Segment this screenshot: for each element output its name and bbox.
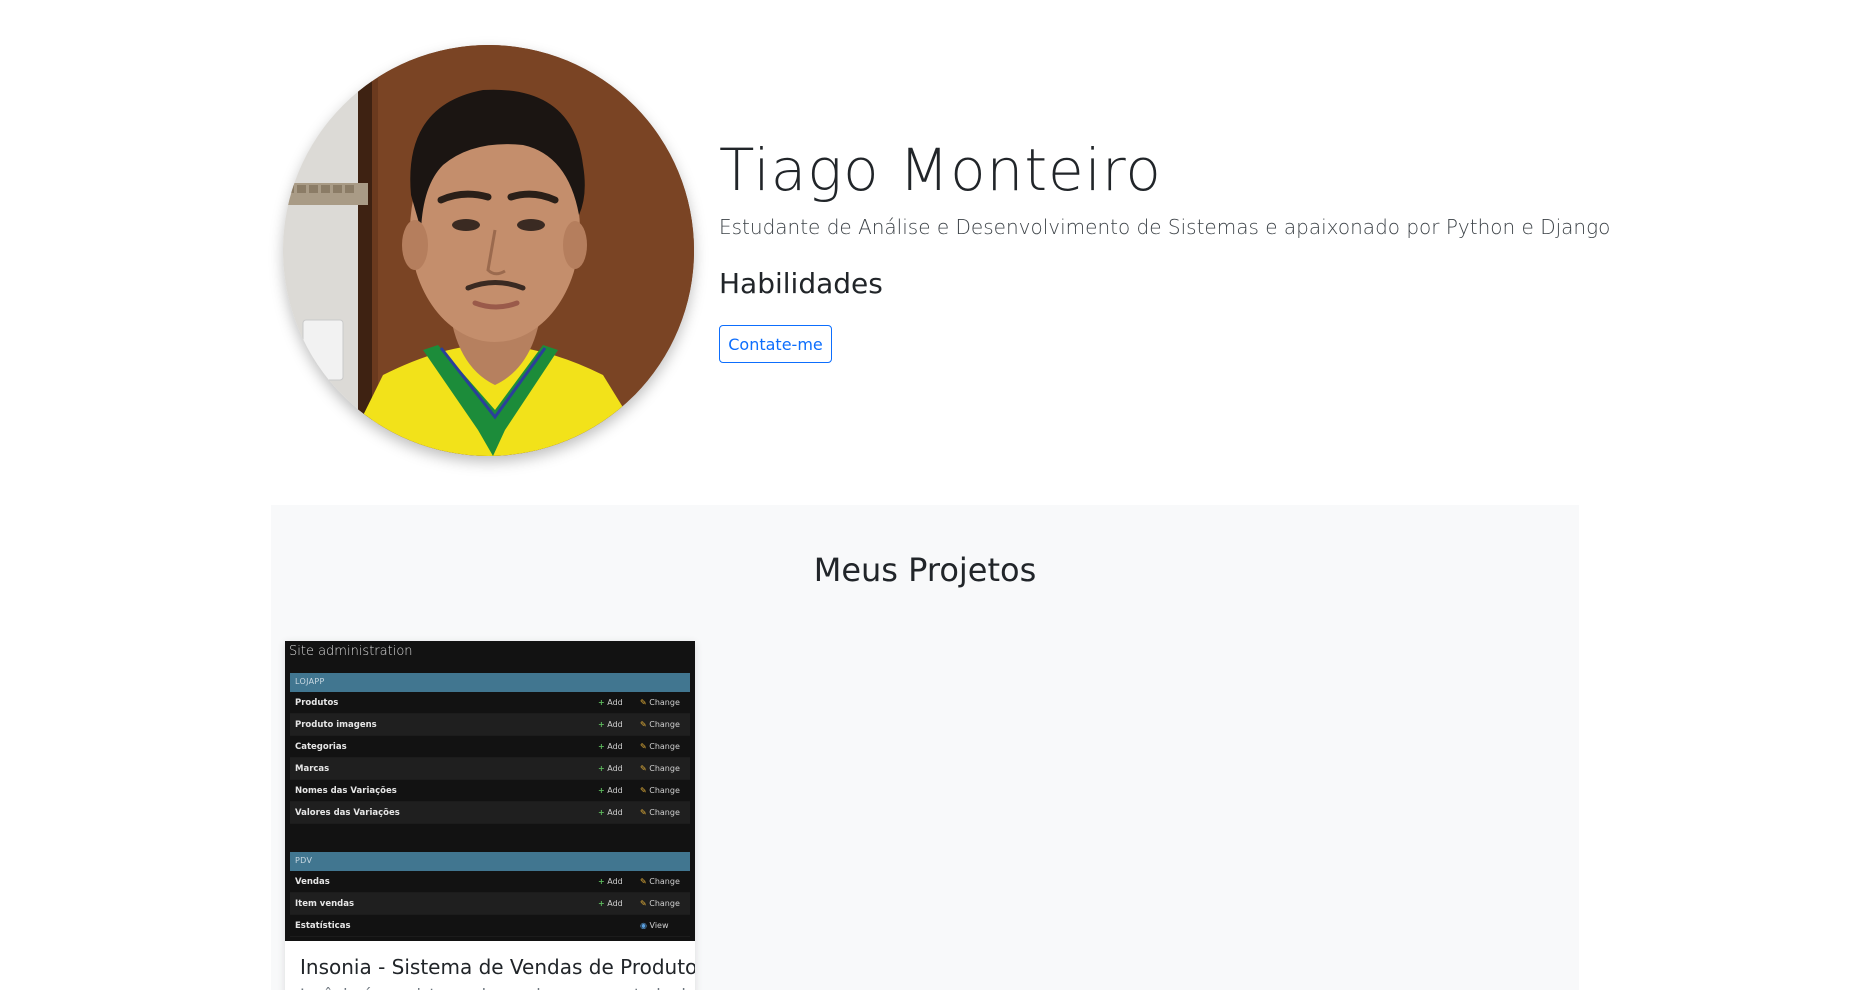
- admin-row: Vendas + Add ✎ Change: [290, 871, 690, 893]
- page: Tiago Monteiro Estudante de Análise e De…: [0, 0, 1865, 990]
- admin-change: ✎ Change: [640, 698, 680, 707]
- projects-heading: Meus Projetos: [813, 551, 1037, 589]
- plus-icon: +: [598, 742, 605, 751]
- project-card-text: Insônia é um sistema de vendas para cont…: [285, 979, 695, 990]
- plus-icon: +: [598, 698, 605, 707]
- admin-change: ✎ Change: [640, 877, 680, 886]
- admin-row-label: Vendas: [295, 876, 330, 887]
- pencil-icon: ✎: [640, 742, 647, 751]
- pencil-icon: ✎: [640, 720, 647, 729]
- plus-icon: +: [598, 786, 605, 795]
- admin-change: ✎ Change: [640, 742, 680, 751]
- pencil-icon: ✎: [640, 698, 647, 707]
- admin-row: Item vendas + Add ✎ Change: [290, 893, 690, 915]
- profile-photo: [283, 45, 694, 456]
- admin-row-label: Marcas: [295, 763, 330, 774]
- admin-row: Marcas + Add ✎ Change: [290, 758, 690, 780]
- admin-add: + Add: [598, 742, 623, 751]
- admin-row: Produtos + Add ✎ Change: [290, 692, 690, 714]
- pencil-icon: ✎: [640, 899, 647, 908]
- admin-row-label: Item vendas: [295, 898, 355, 909]
- admin-add: + Add: [598, 698, 623, 707]
- admin-row-label: Produtos: [295, 697, 339, 708]
- pencil-icon: ✎: [640, 786, 647, 795]
- admin-add: + Add: [598, 877, 623, 886]
- plus-icon: +: [598, 720, 605, 729]
- pencil-icon: ✎: [640, 808, 647, 817]
- profile-bio: Estudante de Análise e Desenvolvimento d…: [719, 215, 1611, 239]
- admin-row: Valores das Variações + Add ✎ Change: [290, 802, 690, 824]
- admin-group-caption: PDV: [290, 852, 690, 871]
- plus-icon: +: [598, 899, 605, 908]
- projects-section: Meus Projetos Site administration LOJAPP…: [271, 505, 1579, 990]
- pencil-icon: ✎: [640, 764, 647, 773]
- admin-change: ✎ Change: [640, 899, 680, 908]
- admin-header: Site administration: [289, 644, 413, 659]
- admin-row-label: Nomes das Variações: [295, 785, 397, 796]
- project-card-title: Insonia - Sistema de Vendas de Produtos: [300, 955, 695, 979]
- profile-avatar: [283, 45, 694, 456]
- admin-add: + Add: [598, 764, 623, 773]
- plus-icon: +: [598, 764, 605, 773]
- admin-gap: [285, 824, 695, 844]
- admin-row-label: Estatísticas: [295, 920, 351, 931]
- admin-row: Nomes das Variações + Add ✎ Change: [290, 780, 690, 802]
- plus-icon: +: [598, 808, 605, 817]
- admin-add: + Add: [598, 786, 623, 795]
- project-screenshot: Site administration LOJAPP Produtos + Ad…: [285, 641, 695, 941]
- eye-icon: ◉: [640, 921, 647, 930]
- admin-add: + Add: [598, 899, 623, 908]
- plus-icon: +: [598, 877, 605, 886]
- admin-add: + Add: [598, 720, 623, 729]
- contact-button[interactable]: Contate-me: [719, 325, 832, 363]
- admin-row: Estatísticas ◉ View: [290, 915, 690, 937]
- admin-change: ✎ Change: [640, 808, 680, 817]
- project-card[interactable]: Site administration LOJAPP Produtos + Ad…: [285, 641, 695, 990]
- admin-change: ✎ Change: [640, 720, 680, 729]
- profile-name: Tiago Monteiro: [719, 136, 1162, 204]
- admin-row-label: Categorias: [295, 741, 347, 752]
- pencil-icon: ✎: [640, 877, 647, 886]
- admin-row-label: Produto imagens: [295, 719, 377, 730]
- admin-group-caption: LOJAPP: [290, 673, 690, 692]
- admin-row: Categorias + Add ✎ Change: [290, 736, 690, 758]
- admin-add: + Add: [598, 808, 623, 817]
- admin-row: Produto imagens + Add ✎ Change: [290, 714, 690, 736]
- admin-change: ✎ Change: [640, 764, 680, 773]
- admin-row-label: Valores das Variações: [295, 807, 400, 818]
- admin-view: ◉ View: [640, 921, 669, 930]
- admin-change: ✎ Change: [640, 786, 680, 795]
- skills-heading: Habilidades: [719, 267, 883, 300]
